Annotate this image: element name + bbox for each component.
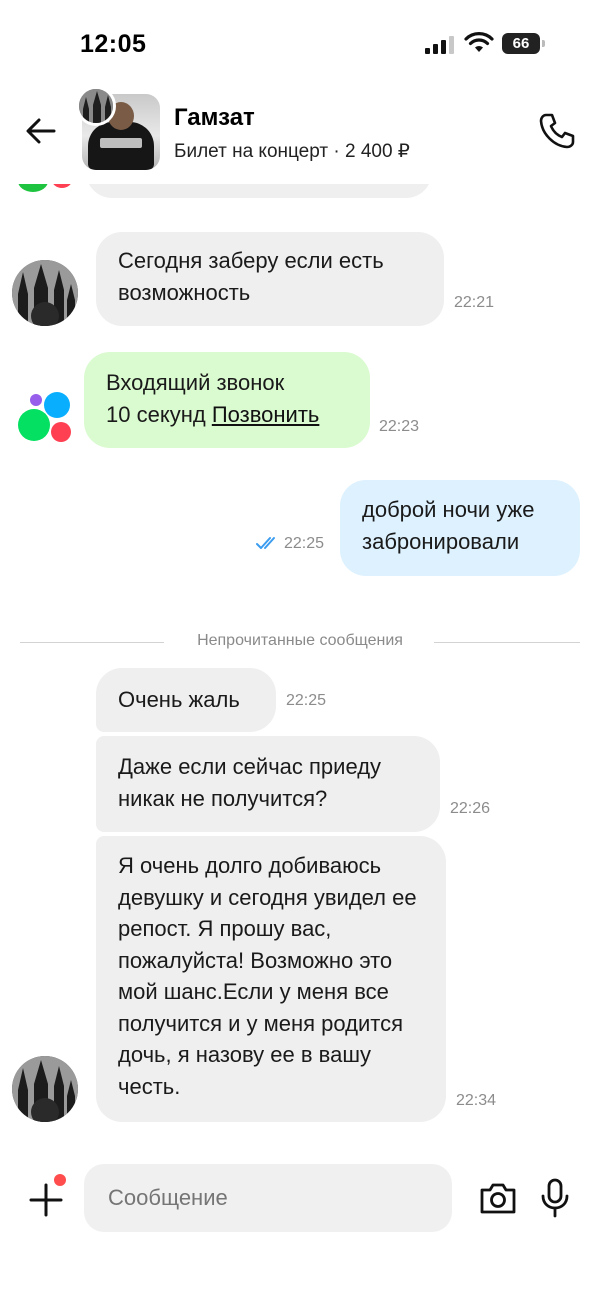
avito-logo-partial [18, 184, 48, 192]
status-bar: 12:05 66 [0, 0, 600, 80]
contact-name[interactable]: Гамзат [174, 104, 255, 132]
call-duration: 10 секунд [106, 401, 206, 427]
castle-silhouette-icon [12, 1056, 78, 1122]
call-title: Входящий звонок [106, 370, 285, 395]
plus-icon [29, 1183, 63, 1217]
sender-avatar[interactable] [12, 1056, 78, 1122]
avito-logo-icon [18, 392, 71, 442]
message-time: 22:21 [454, 294, 495, 311]
battery-tip [542, 40, 545, 47]
battery-level: 66 [502, 33, 540, 54]
message-time-wrap: 22:23 [379, 408, 419, 440]
message-input[interactable] [84, 1164, 452, 1232]
contact-avatar-small [76, 86, 116, 126]
notification-dot [54, 1174, 66, 1186]
message-bubble-in[interactable]: Я очень долго добиваюсь девушку и сегодн… [96, 836, 446, 1122]
unread-divider-label: Непрочитанные сообщения [197, 632, 403, 649]
listing-photo-print [100, 138, 142, 148]
message-composer [0, 1144, 600, 1298]
message-time-wrap: 22:26 [450, 790, 490, 822]
message-time: 22:26 [450, 800, 491, 817]
message-list[interactable]: Сегодня заберу если есть возможность 22:… [0, 184, 600, 1144]
battery-indicator: 66 [502, 33, 546, 54]
status-time: 12:05 [80, 30, 147, 58]
message-text: Я очень долго добиваюсь девушку и сегодн… [118, 853, 417, 1099]
avito-logo-partial-dot [52, 184, 72, 188]
call-back-link[interactable]: Позвонить [212, 402, 320, 427]
double-check-icon [256, 537, 275, 549]
message-status-wrap: 22:25 [256, 534, 336, 558]
message-bubble-out[interactable]: доброй ночи уже забронировали [340, 480, 580, 576]
message-bubble-in[interactable]: Сегодня заберу если есть возможность [96, 232, 444, 326]
message-time: 22:25 [284, 535, 325, 552]
message-time: 22:34 [456, 1092, 497, 1109]
sender-avatar[interactable] [12, 260, 78, 326]
message-bubble-in[interactable]: Очень жаль 22:25 [96, 668, 326, 732]
unread-divider: Непрочитанные сообщения [20, 630, 580, 654]
castle-silhouette-icon [12, 260, 78, 326]
message-text: Очень жаль [118, 687, 240, 712]
divider-line-right [434, 642, 580, 643]
call-details: 10 секунд Позвонить [106, 399, 348, 431]
listing-subtitle[interactable]: Билет на концерт · 2 400 ₽ [174, 140, 410, 163]
microphone-icon[interactable] [540, 1178, 570, 1218]
wifi-icon [464, 32, 494, 52]
cellular-signal-icon [425, 36, 454, 54]
message-time: 22:23 [379, 418, 420, 435]
back-arrow-icon[interactable] [24, 114, 58, 148]
phone-icon[interactable] [538, 112, 576, 150]
attach-button[interactable] [28, 1174, 66, 1218]
chat-header: Гамзат Билет на концерт · 2 400 ₽ [0, 80, 600, 184]
camera-icon[interactable] [478, 1180, 518, 1216]
message-text: Даже если сейчас приеду никак не получит… [118, 754, 382, 811]
message-bubble-in[interactable]: Даже если сейчас приеду никак не получит… [96, 736, 440, 832]
message-time-wrap: 22:34 [456, 1082, 496, 1114]
incoming-call-bubble[interactable]: Входящий звонок 10 секунд Позвонить [84, 352, 370, 448]
previous-message-bubble[interactable] [86, 184, 432, 198]
message-time-wrap: 22:21 [454, 284, 494, 316]
message-text: Сегодня заберу если есть возможность [118, 248, 384, 305]
message-text: доброй ночи уже забронировали [362, 497, 535, 554]
message-time: 22:25 [286, 692, 327, 709]
